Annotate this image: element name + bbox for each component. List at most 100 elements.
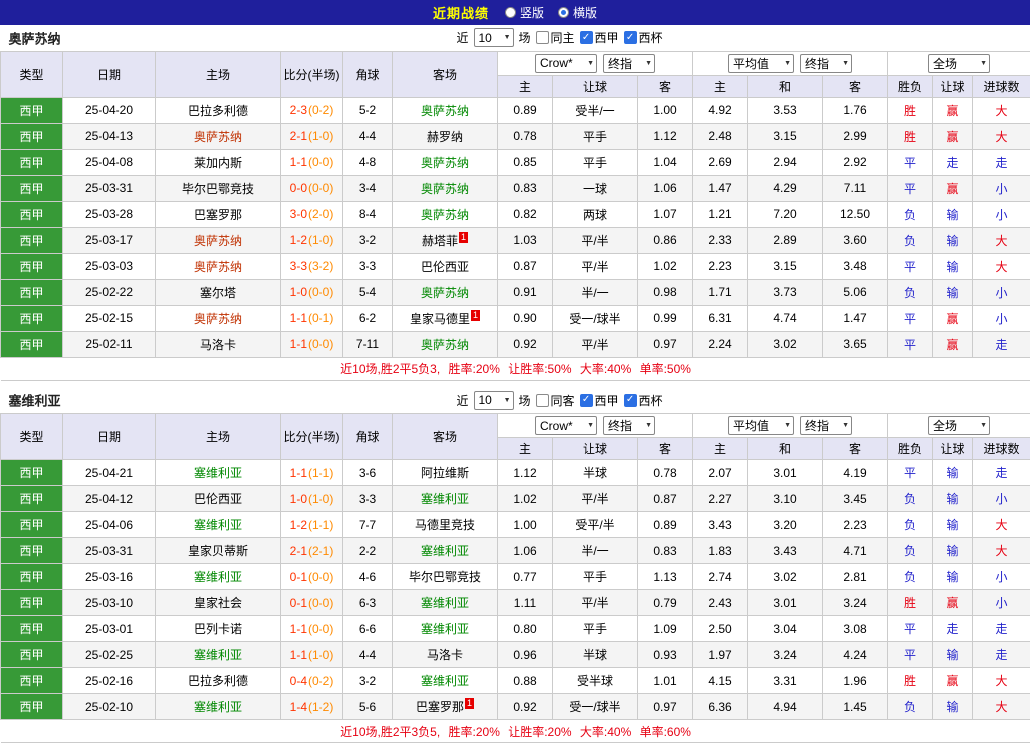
away-team-name[interactable]: 奥萨苏纳 <box>421 208 469 222</box>
euro-draw-odds: 4.94 <box>748 694 823 720</box>
home-team-name[interactable]: 奥萨苏纳 <box>194 234 242 248</box>
away-team-cell: 奥萨苏纳 <box>393 279 498 305</box>
section-team-name: 塞维利亚 <box>9 391 61 410</box>
fulltime-score: 1-2 <box>290 233 307 247</box>
result-goals: 大 <box>973 227 1030 253</box>
result-goals: 小 <box>973 590 1030 616</box>
home-team-name[interactable]: 奥萨苏纳 <box>194 312 242 326</box>
away-team-name[interactable]: 塞维利亚 <box>421 596 469 610</box>
asia-home-odds: 0.96 <box>498 642 553 668</box>
euro-odds-source-select[interactable]: 平均值▼ <box>728 416 794 435</box>
asia-odds-stage-select[interactable]: 终指▼ <box>603 416 655 435</box>
euro-home-odds: 4.15 <box>693 668 748 694</box>
home-team-name[interactable]: 塞尔塔 <box>200 286 236 300</box>
bookmaker-select[interactable]: Crow*▼ <box>535 416 597 435</box>
red-card-badge: 1 <box>471 310 480 321</box>
result-goals: 走 <box>973 149 1030 175</box>
euro-home-odds: 6.36 <box>693 694 748 720</box>
filter-checkbox-西杯[interactable]: ✓西杯 <box>624 29 663 46</box>
asia-handicap: 受一/球半 <box>553 305 638 331</box>
fulltime-score: 0-0 <box>290 181 307 195</box>
away-team-name[interactable]: 阿拉维斯 <box>421 466 469 480</box>
away-team-name[interactable]: 赫罗纳 <box>427 130 463 144</box>
halftime-score: (0-0) <box>308 570 333 584</box>
home-team-name[interactable]: 塞维利亚 <box>194 570 242 584</box>
halftime-score: (3-2) <box>308 259 333 273</box>
home-team-cell: 马洛卡 <box>156 331 281 357</box>
home-team-name[interactable]: 莱加内斯 <box>194 156 242 170</box>
bookmaker-select[interactable]: Crow*▼ <box>535 54 597 73</box>
asia-odds-stage-select[interactable]: 终指▼ <box>603 54 655 73</box>
away-team-name[interactable]: 塞维利亚 <box>421 544 469 558</box>
away-team-name[interactable]: 马洛卡 <box>427 648 463 662</box>
away-team-name[interactable]: 塞维利亚 <box>421 492 469 506</box>
home-team-name[interactable]: 巴列卡诺 <box>194 622 242 636</box>
home-team-name[interactable]: 奥萨苏纳 <box>194 130 242 144</box>
home-team-name[interactable]: 巴拉多利德 <box>188 104 248 118</box>
games-count-select-value: 10 <box>479 31 492 45</box>
away-team-name[interactable]: 塞维利亚 <box>421 674 469 688</box>
away-team-cell: 奥萨苏纳 <box>393 97 498 123</box>
away-team-name[interactable]: 奥萨苏纳 <box>421 286 469 300</box>
home-team-name[interactable]: 巴拉多利德 <box>188 674 248 688</box>
euro-odds-source-select[interactable]: 平均值▼ <box>728 54 794 73</box>
fulltime-score: 1-1 <box>290 311 307 325</box>
table-row: 西甲25-03-17奥萨苏纳1-2(1-0)3-2赫塔菲11.03平/半0.86… <box>1 227 1030 253</box>
away-team-name[interactable]: 巴伦西亚 <box>421 260 469 274</box>
layout-toggle: 竖版横版 <box>505 4 597 21</box>
away-team-name[interactable]: 毕尔巴鄂竞技 <box>409 570 481 584</box>
home-team-name[interactable]: 塞维利亚 <box>194 466 242 480</box>
home-team-name[interactable]: 马洛卡 <box>200 338 236 352</box>
home-team-name[interactable]: 塞维利亚 <box>194 518 242 532</box>
home-team-name[interactable]: 皇家贝蒂斯 <box>188 544 248 558</box>
score-cell: 1-4(1-2) <box>281 694 343 720</box>
filter-games-suffix: 场 <box>519 392 531 409</box>
home-team-name[interactable]: 塞维利亚 <box>194 700 242 714</box>
home-team-name[interactable]: 皇家社会 <box>194 596 242 610</box>
away-team-name[interactable]: 奥萨苏纳 <box>421 156 469 170</box>
away-team-name[interactable]: 巴塞罗那 <box>416 700 464 714</box>
away-team-name[interactable]: 马德里竞技 <box>415 518 475 532</box>
euro-odds-stage-select[interactable]: 终指▼ <box>800 54 852 73</box>
home-team-name[interactable]: 巴伦西亚 <box>194 492 242 506</box>
score-cell: 1-1(0-0) <box>281 331 343 357</box>
asia-handicap: 平手 <box>553 149 638 175</box>
layout-radio-vertical[interactable]: 竖版 <box>505 4 544 21</box>
home-team-name[interactable]: 塞维利亚 <box>194 648 242 662</box>
halftime-score: (0-0) <box>308 155 333 169</box>
chevron-down-icon: ▼ <box>504 34 511 41</box>
result-scope-select[interactable]: 全场▼ <box>928 416 990 435</box>
games-count-select[interactable]: 10▼ <box>474 391 514 410</box>
fulltime-score: 1-0 <box>290 492 307 506</box>
column-subheader: 进球数 <box>973 438 1030 460</box>
result-scope-select[interactable]: 全场▼ <box>928 54 990 73</box>
home-team-name[interactable]: 巴塞罗那 <box>194 208 242 222</box>
away-team-name[interactable]: 赫塔菲 <box>422 234 458 248</box>
column-subheader: 让球 <box>933 75 973 97</box>
away-team-name[interactable]: 奥萨苏纳 <box>421 182 469 196</box>
filter-checkbox-西杯[interactable]: ✓西杯 <box>624 392 663 409</box>
asia-away-odds: 0.78 <box>638 460 693 486</box>
away-team-name[interactable]: 皇家马德里 <box>410 312 470 326</box>
away-team-name[interactable]: 奥萨苏纳 <box>421 338 469 352</box>
corner-score: 2-2 <box>343 538 393 564</box>
corner-score: 5-4 <box>343 279 393 305</box>
away-team-name[interactable]: 奥萨苏纳 <box>421 104 469 118</box>
halftime-score: (0-0) <box>308 285 333 299</box>
away-team-cell: 塞维利亚 <box>393 538 498 564</box>
home-team-name[interactable]: 毕尔巴鄂竞技 <box>182 182 254 196</box>
away-team-name[interactable]: 塞维利亚 <box>421 622 469 636</box>
filter-checkbox-西甲[interactable]: ✓西甲 <box>580 29 619 46</box>
layout-radio-horizontal[interactable]: 横版 <box>558 4 597 21</box>
league-badge: 西甲 <box>1 175 63 201</box>
home-team-name[interactable]: 奥萨苏纳 <box>194 260 242 274</box>
euro-home-odds: 4.92 <box>693 97 748 123</box>
filter-checkbox-西甲[interactable]: ✓西甲 <box>580 392 619 409</box>
games-count-select[interactable]: 10 ▼ <box>474 28 514 47</box>
filter-checkbox-同客[interactable]: 同客 <box>536 392 575 409</box>
euro-odds-stage-select[interactable]: 终指▼ <box>800 416 852 435</box>
header-row-selects: 类型日期主场比分(半场)角球客场Crow*▼终指▼平均值▼终指▼全场▼ <box>1 51 1030 75</box>
score-cell: 1-2(1-1) <box>281 512 343 538</box>
column-header: 客场 <box>393 51 498 97</box>
filter-checkbox-同主[interactable]: 同主 <box>536 29 575 46</box>
